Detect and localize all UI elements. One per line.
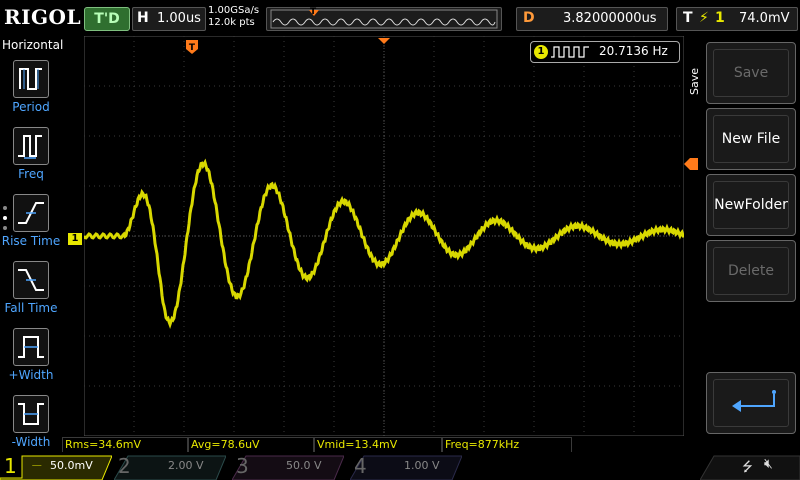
horizontal-key: H	[137, 10, 149, 26]
rise-time-icon	[13, 194, 49, 232]
timeline-trigger-marker: T	[310, 7, 317, 17]
rise-time-label: Rise Time	[1, 234, 61, 248]
counter-channel-badge: 1	[534, 45, 548, 59]
counter-value: 20.7136 Hz	[599, 44, 668, 58]
channel-4-scale: 1.00 V	[404, 459, 440, 472]
waveform-timeline[interactable]: T	[266, 7, 502, 31]
measurement-vmid[interactable]: Vmid=13.4mV	[314, 437, 442, 453]
new-folder-button[interactable]: NewFolder	[706, 174, 796, 236]
channel-2-scale: 2.00 V	[168, 459, 204, 472]
waveform-display[interactable]	[82, 35, 686, 437]
channel-1-number: 1	[4, 454, 17, 478]
measure-freq[interactable]: Freq	[0, 125, 62, 189]
measurement-rms[interactable]: Rms=34.6mV	[62, 437, 188, 453]
measure-period[interactable]: Period	[0, 58, 62, 122]
neg-width-icon	[13, 395, 49, 433]
top-status-bar: RIGOL T'D H 1.00us 1.00GSa/s 12.0k pts T…	[0, 0, 800, 36]
return-button[interactable]	[706, 372, 796, 434]
menu-title: Horizontal	[2, 38, 64, 52]
measurement-avg[interactable]: Avg=78.6uV	[188, 437, 314, 453]
trigger-level: 74.0mV	[739, 11, 790, 26]
pos-width-label: +Width	[8, 368, 54, 382]
sampling-info: 1.00GSa/s 12.0k pts	[208, 5, 259, 29]
neg-width-label: -Width	[11, 435, 51, 449]
ch1-offset-marker[interactable]: 1	[68, 233, 82, 245]
return-icon	[713, 379, 789, 427]
trigger-source-icon: 1	[715, 10, 725, 26]
usb-icon: ⭍	[742, 460, 753, 475]
channel-1-scale: 50.0mV	[50, 459, 93, 472]
period-icon	[13, 60, 49, 98]
new-file-label: New File	[713, 115, 789, 163]
channel-bar: 1 ⏤ 50.0mV 2 2.00 V 3 50.0 V 4 1.00 V ⭍ …	[0, 452, 800, 480]
rising-edge-icon: ⚡	[699, 10, 709, 26]
graticule	[82, 35, 686, 437]
trigger-position-marker[interactable]: T	[186, 40, 200, 56]
memory-depth: 12.0k pts	[208, 17, 255, 28]
channel-1[interactable]: 1 ⏤ 50.0mV	[0, 452, 112, 480]
svg-text:T: T	[189, 43, 196, 53]
channel-4-number: 4	[354, 454, 367, 478]
sound-muted-icon[interactable]: 🔇︎	[764, 456, 773, 472]
trigger-key: T	[683, 10, 693, 26]
timeline-wave-icon	[270, 9, 498, 29]
horizontal-timebase[interactable]: H 1.00us	[132, 7, 206, 31]
channel-3-scale: 50.0 V	[286, 459, 322, 472]
horizontal-measure-menu: Horizontal Period Freq Rise Time Fall Ti…	[0, 36, 64, 452]
delete-button[interactable]: Delete	[706, 240, 796, 302]
measure-fall-time[interactable]: Fall Time	[0, 259, 62, 323]
measurement-freq[interactable]: Freq=877kHz	[442, 437, 572, 453]
new-folder-label: NewFolder	[713, 181, 789, 229]
center-marker-icon	[378, 38, 390, 44]
measure-neg-width[interactable]: -Width	[0, 393, 62, 457]
square-wave-icon	[551, 46, 589, 58]
channel-2[interactable]: 2 2.00 V	[114, 452, 226, 480]
fall-time-icon	[13, 261, 49, 299]
delay-value: 3.82000000us	[563, 11, 657, 26]
pos-width-icon	[13, 328, 49, 366]
freq-label: Freq	[18, 167, 44, 181]
save-button-label: Save	[713, 49, 789, 97]
menu-page-dots	[2, 204, 8, 234]
save-menu: Save New File NewFolder Delete	[700, 36, 800, 452]
trigger-level-marker[interactable]	[684, 158, 698, 170]
save-button[interactable]: Save	[706, 42, 796, 104]
period-label: Period	[12, 100, 50, 114]
sample-rate: 1.00GSa/s	[208, 5, 260, 16]
measure-rise-time[interactable]: Rise Time	[0, 192, 62, 256]
freq-icon	[13, 127, 49, 165]
frequency-counter[interactable]: 1 20.7136 Hz	[530, 41, 680, 63]
measurement-bar: Rms=34.6mV Avg=78.6uV Vmid=13.4mV Freq=8…	[62, 437, 700, 453]
channel-3[interactable]: 3 50.0 V	[232, 452, 344, 480]
trigger-status-badge[interactable]: T'D	[84, 7, 130, 31]
trigger-box[interactable]: T ⚡ 1 74.0mV	[676, 7, 798, 31]
delay-box[interactable]: D 3.82000000us	[516, 7, 668, 31]
fall-time-label: Fall Time	[4, 301, 58, 315]
measure-pos-width[interactable]: +Width	[0, 326, 62, 390]
channel-4[interactable]: 4 1.00 V	[350, 452, 462, 480]
brand-logo: RIGOL	[4, 5, 82, 29]
new-file-button[interactable]: New File	[706, 108, 796, 170]
channel-1-coupling-icon: ⏤	[32, 458, 42, 472]
channel-3-number: 3	[236, 454, 249, 478]
horizontal-value: 1.00us	[157, 11, 201, 26]
delete-label: Delete	[713, 247, 789, 295]
delay-key: D	[523, 10, 535, 26]
channel-2-number: 2	[118, 454, 131, 478]
